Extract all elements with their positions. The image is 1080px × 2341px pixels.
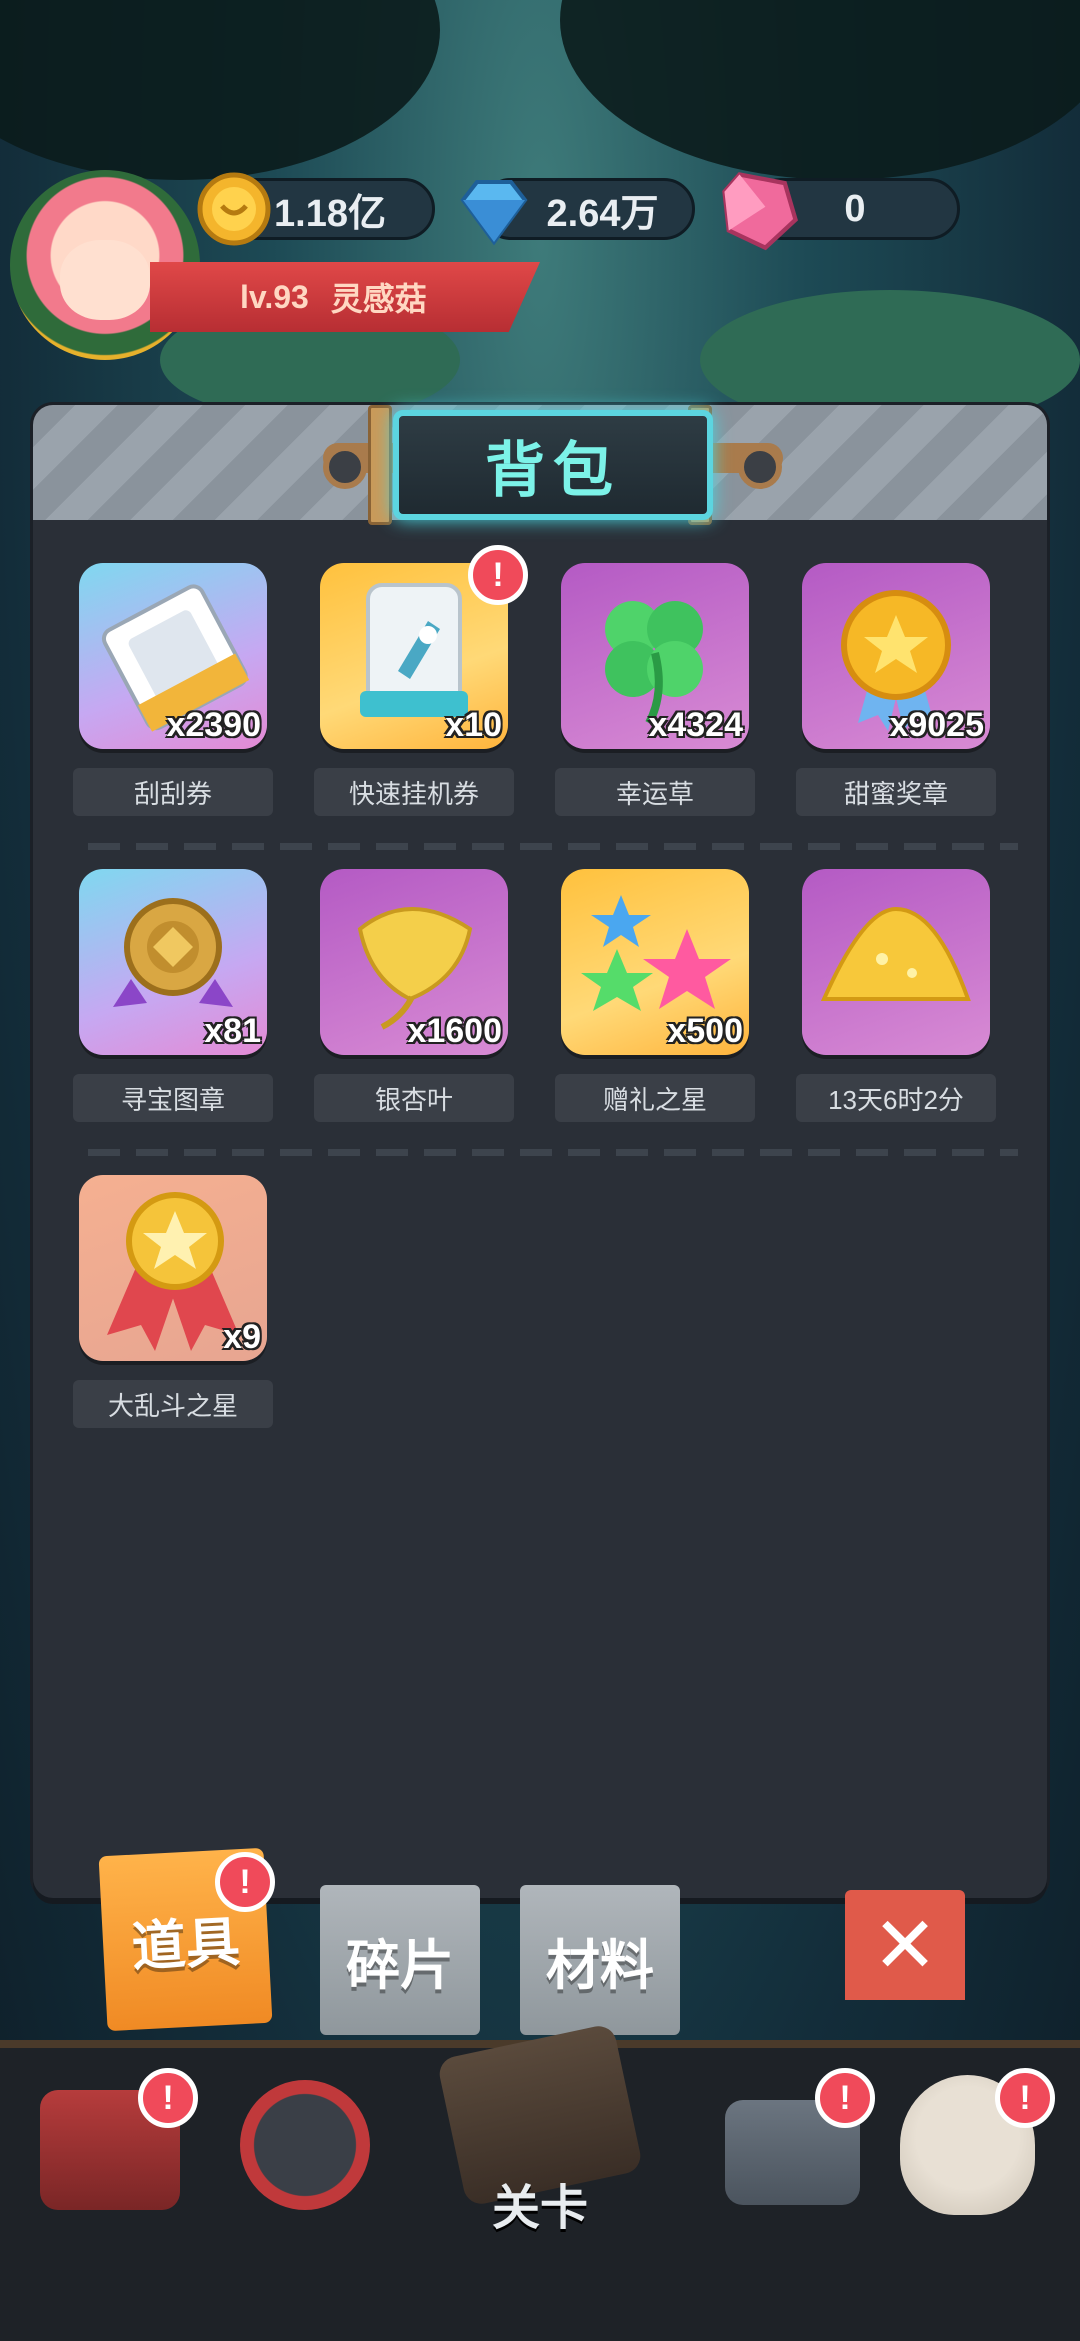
item-count: x500 xyxy=(667,1012,743,1050)
item-tile xyxy=(802,869,990,1055)
coin-icon xyxy=(197,172,271,246)
tree-canopy xyxy=(560,0,1080,180)
diamond-icon xyxy=(460,180,528,246)
item-count: x4324 xyxy=(648,706,743,744)
hero-icon[interactable] xyxy=(240,2080,370,2210)
nav-stage-label: 关卡 xyxy=(491,2182,588,2235)
player-level: lv.93 xyxy=(240,278,309,315)
item-name: 大乱斗之星 xyxy=(73,1380,273,1428)
backpack-panel: 背包 x2390 刮刮券 x10 快速挂机券 ! x4324 幸运草 x9025… xyxy=(33,405,1047,1898)
alert-badge: ! xyxy=(138,2068,198,2128)
tab-props-label: 道具 xyxy=(130,1912,242,1978)
level-banner: lv.93 灵感菇 xyxy=(150,262,540,332)
tab-materials-label: 材料 xyxy=(546,1935,654,1996)
item-timer: 13天6时2分 xyxy=(796,1074,996,1122)
item-name: 寻宝图章 xyxy=(73,1074,273,1122)
item-name: 刮刮券 xyxy=(73,768,273,816)
gem-value: 0 xyxy=(844,187,866,230)
item-name: 赠礼之星 xyxy=(555,1074,755,1122)
player-name: 灵感菇 xyxy=(330,281,427,317)
alert-badge: ! xyxy=(815,2068,875,2128)
item-name: 快速挂机券 xyxy=(314,768,514,816)
item-name: 银杏叶 xyxy=(314,1074,514,1122)
panel-title: 背包 xyxy=(393,410,713,520)
tab-materials[interactable]: 材料 xyxy=(520,1885,680,2035)
item-tile: x9025 xyxy=(802,563,990,749)
tab-fragments-label: 碎片 xyxy=(346,1935,454,1996)
alert-badge: ! xyxy=(215,1852,275,1912)
game-scene: 1.18亿 2.64万 0 lv.93 灵感菇 背包 x2390 刮刮券 x10… xyxy=(0,0,1080,2341)
alert-badge: ! xyxy=(995,2068,1055,2128)
item-tile: x2390 xyxy=(79,563,267,749)
rod-knob-left xyxy=(323,445,367,489)
item-count: x2390 xyxy=(166,706,261,744)
tab-fragments[interactable]: 碎片 xyxy=(320,1885,480,2035)
item-tile: x1600 xyxy=(320,869,508,1055)
alert-badge: ! xyxy=(468,545,528,605)
item-tile: x4324 xyxy=(561,563,749,749)
item-count: x10 xyxy=(445,706,502,744)
title-post-left xyxy=(368,405,392,525)
item-count: x1600 xyxy=(407,1012,502,1050)
item-count: x9025 xyxy=(889,706,984,744)
item-name: 幸运草 xyxy=(555,768,755,816)
rod-knob-right xyxy=(738,445,782,489)
item-count: x9 xyxy=(223,1318,261,1356)
item-name: 甜蜜奖章 xyxy=(796,768,996,816)
item-tile: x81 xyxy=(79,869,267,1055)
tree-canopy xyxy=(0,0,440,180)
row-divider xyxy=(88,1149,1018,1156)
close-icon: ✕ xyxy=(872,1900,938,1989)
close-button[interactable]: ✕ xyxy=(845,1890,965,2000)
row-divider xyxy=(88,843,1018,850)
diamond-value: 2.64万 xyxy=(546,192,659,235)
pink-gem-icon xyxy=(722,172,798,251)
gold-pile-icon xyxy=(820,906,971,1001)
item-tile: x500 xyxy=(561,869,749,1055)
item-count: x81 xyxy=(204,1012,261,1050)
avatar-face xyxy=(60,240,150,320)
coin-value: 1.18亿 xyxy=(274,192,386,235)
item-tile: x9 xyxy=(79,1175,267,1361)
